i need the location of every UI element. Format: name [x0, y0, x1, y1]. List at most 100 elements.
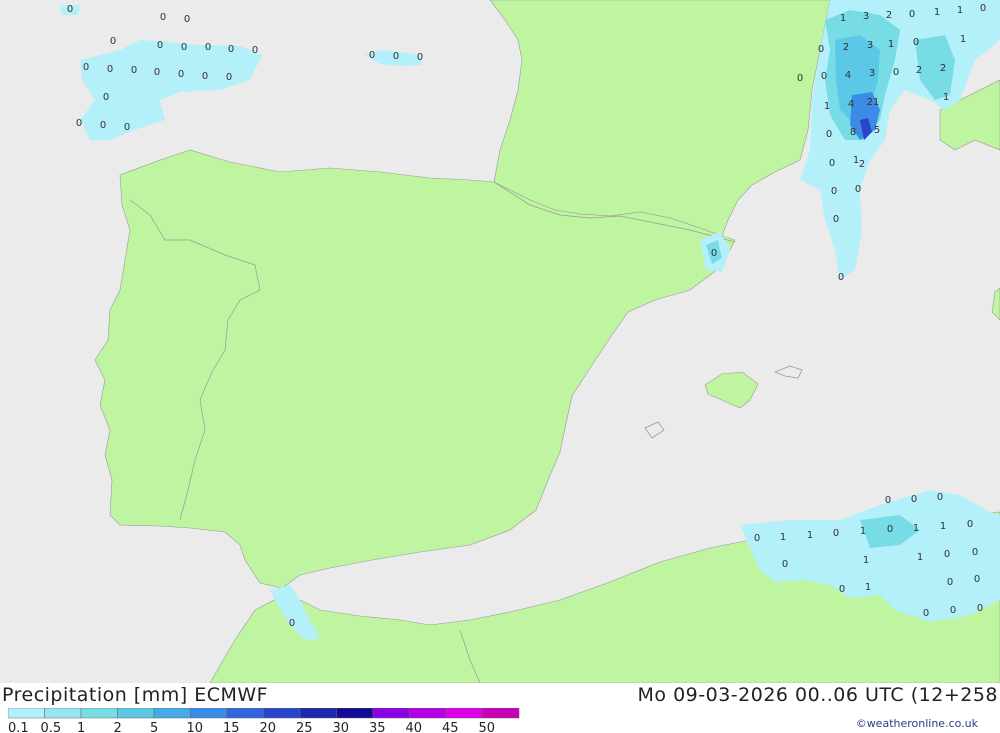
precip-value: 1 — [913, 523, 919, 534]
product-name: Precipitation [mm] — [2, 684, 188, 706]
legend-tick-label: 0.1 — [8, 721, 29, 733]
precip-value: 0 — [252, 45, 258, 56]
legend-tick-label: 1 — [77, 721, 85, 733]
legend-swatch — [44, 708, 82, 719]
precip-value: 0 — [972, 547, 978, 558]
precip-value: 0 — [228, 44, 234, 55]
precip-value: 0 — [100, 120, 106, 131]
precip-value: 0 — [160, 12, 166, 23]
precip-value: 3 — [869, 68, 875, 79]
precip-value: 0 — [154, 67, 160, 78]
precip-value: 0 — [829, 158, 835, 169]
legend-swatch — [299, 708, 337, 719]
precip-value: 3 — [863, 11, 869, 22]
precip-value: 1 — [888, 39, 894, 50]
legend-tick-label: 20 — [260, 721, 277, 733]
precip-value: 0 — [885, 495, 891, 506]
legend-tick-label: 30 — [333, 721, 350, 733]
legend-tick-label: 15 — [223, 721, 240, 733]
precip-value: 2 — [886, 10, 892, 21]
precip-value: 4 — [848, 99, 854, 110]
legend-tick-label: 25 — [296, 721, 313, 733]
precip-value: 5 — [874, 125, 880, 136]
precip-value: 1 — [943, 92, 949, 103]
precip-value: 0 — [289, 618, 295, 629]
precip-value: 1 — [917, 552, 923, 563]
precip-value: 1 — [957, 5, 963, 16]
precip-value: 0 — [124, 122, 130, 133]
credit-link[interactable]: ©weatheronline.co.uk — [856, 717, 978, 730]
precip-value: 2 — [940, 63, 946, 74]
precip-value: 0 — [950, 605, 956, 616]
legend-tick-label: 2 — [114, 721, 122, 733]
precip-value: 0 — [67, 4, 73, 15]
precip-value: 0 — [833, 214, 839, 225]
precip-value: 0 — [974, 574, 980, 585]
valid-time: Mo 09-03-2026 00..06 UTC (12+258 — [637, 684, 998, 706]
precip-value: 0 — [818, 44, 824, 55]
precip-value: 1 — [863, 555, 869, 566]
precip-value: 0 — [980, 3, 986, 14]
precip-value: 0 — [369, 50, 375, 61]
precip-value: 1 — [860, 526, 866, 537]
precip-value: 0 — [887, 524, 893, 535]
precip-value: 0 — [947, 577, 953, 588]
precip-value: 1 — [840, 13, 846, 24]
precip-value: 0 — [909, 9, 915, 20]
map-canvas: 0 0 0 0 0 0 0 0 0 0 0 0 0 0 0 0 0 0 0 0 0 0 0 0 0 0 1 3 2 0 1 1 0 0 2 3 1 0 1 0… — [0, 0, 1000, 684]
precip-value: 0 — [911, 494, 917, 505]
precip-value: 0 — [103, 92, 109, 103]
precip-value: 0 — [821, 71, 827, 82]
precip-value: 0 — [754, 533, 760, 544]
precip-value: 1 — [960, 34, 966, 45]
precip-value: 0 — [157, 40, 163, 51]
precip-value: 0 — [831, 186, 837, 197]
precip-value: 0 — [107, 64, 113, 75]
legend-swatch — [482, 708, 520, 719]
precip-value: 0 — [839, 584, 845, 595]
precip-value: 2 — [843, 42, 849, 53]
precip-value: 0 — [83, 62, 89, 73]
legend-tick-label: 10 — [187, 721, 204, 733]
precip-value: 0 — [711, 248, 717, 259]
precip-value: 1 — [807, 530, 813, 541]
precip-value: 0 — [178, 69, 184, 80]
footer-bar: Precipitation [mm] ECMWF Mo 09-03-2026 0… — [0, 683, 1000, 733]
precip-value: 0 — [923, 608, 929, 619]
precip-value: 0 — [855, 184, 861, 195]
legend-swatch — [190, 708, 228, 719]
precip-value: 1 — [940, 521, 946, 532]
precipitation-map: 0 0 0 0 0 0 0 0 0 0 0 0 0 0 0 0 0 0 0 0 0 0 0 0 0 0 1 3 2 0 1 1 0 0 2 3 1 0 1 0… — [0, 0, 1000, 684]
legend-tick-label: 0.5 — [41, 721, 62, 733]
precip-value: 1 — [824, 101, 830, 112]
legend-tick-label: 50 — [479, 721, 496, 733]
precip-value: 0 — [226, 72, 232, 83]
legend-swatch — [8, 708, 45, 719]
legend-swatch — [80, 708, 118, 719]
precip-value: 1 — [780, 532, 786, 543]
precip-value: 0 — [826, 129, 832, 140]
precip-value: 0 — [782, 559, 788, 570]
precip-value: 0 — [944, 549, 950, 560]
legend-tick-label: 45 — [442, 721, 459, 733]
precip-value: 0 — [967, 519, 973, 530]
legend-tick-label: 35 — [369, 721, 386, 733]
precip-value: 0 — [797, 73, 803, 84]
precip-value: 0 — [893, 67, 899, 78]
precip-value: 0 — [937, 492, 943, 503]
precip-value: 4 — [845, 70, 851, 81]
precip-value: 0 — [838, 272, 844, 283]
precip-value: 0 — [110, 36, 116, 47]
legend-tick-label: 5 — [150, 721, 158, 733]
model-name: ECMWF — [194, 684, 269, 706]
precip-value: 0 — [833, 528, 839, 539]
product-title: Precipitation [mm] ECMWF — [2, 684, 268, 706]
precip-value: 0 — [393, 51, 399, 62]
legend-swatch — [226, 708, 264, 719]
legend-swatch — [153, 708, 191, 719]
precip-value: 21 — [867, 97, 880, 108]
precip-value: 0 — [76, 118, 82, 129]
precip-value: 2 — [916, 65, 922, 76]
legend-swatch — [263, 708, 301, 719]
precip-value: 1 — [934, 7, 940, 18]
